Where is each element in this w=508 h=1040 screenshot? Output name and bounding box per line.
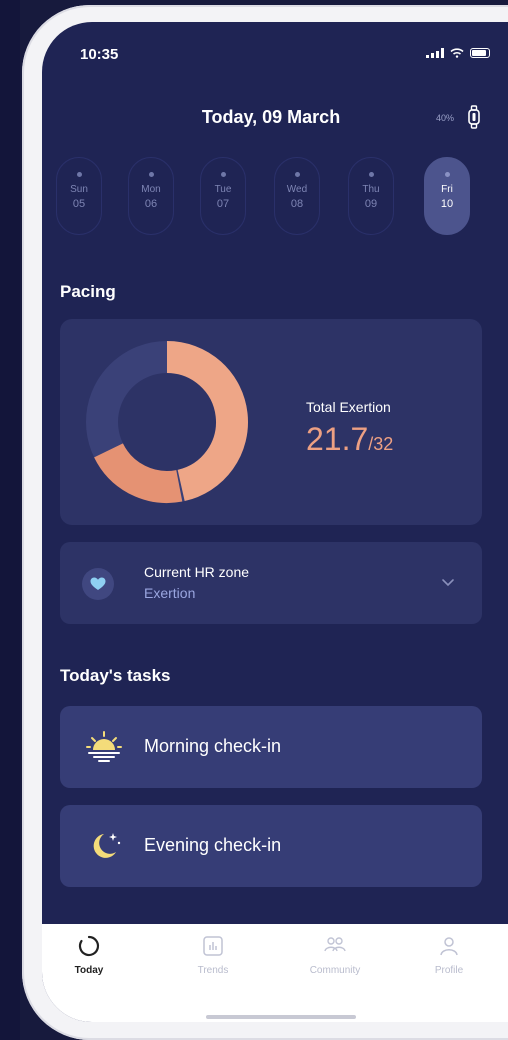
day-name: Thu (362, 184, 380, 195)
wifi-icon (450, 48, 464, 58)
profile-icon (440, 937, 458, 956)
tab-label: Profile (434, 965, 464, 976)
tab-community[interactable]: Community (300, 934, 370, 976)
tab-trends[interactable]: Trends (178, 934, 248, 976)
day-status-dot (294, 172, 300, 177)
today-ring-icon (78, 935, 100, 957)
background-edge (0, 0, 20, 1040)
donut-segment-secondary (94, 442, 183, 503)
task-label: Evening check-in (144, 835, 282, 855)
exertion-current: 21.7 (306, 421, 369, 457)
device-battery-percent: 40% (435, 113, 454, 123)
day-number: 06 (144, 198, 158, 210)
tasks-section-title: Today's tasks (60, 666, 171, 685)
day-status-dot (444, 172, 450, 177)
total-exertion-value: 21.7/32 (306, 421, 393, 458)
task-morning-check-in[interactable]: Morning check-in (60, 706, 482, 788)
day-mon[interactable]: Mon 06 (128, 157, 174, 235)
heart-icon (90, 577, 106, 590)
status-icons (426, 48, 490, 58)
chevron-down-icon[interactable] (440, 574, 456, 590)
sunrise-icon (86, 731, 122, 762)
tab-label: Community (309, 965, 361, 976)
app-screen: 10:35 Today, 09 March 40% Sun 05 Mon 06 Tue 0… (42, 22, 508, 1022)
donut-segment-primary (166, 341, 248, 502)
bottom-tab-bar: Today Trends Community Profile (42, 924, 508, 1022)
tab-today[interactable]: Today (54, 934, 124, 976)
chart-icon (203, 936, 223, 956)
day-name: Mon (141, 184, 161, 195)
day-status-dot (76, 172, 82, 177)
day-name: Wed (286, 184, 308, 195)
total-exertion-label: Total Exertion (306, 399, 391, 415)
day-name: Sun (70, 184, 88, 195)
task-label: Morning check-in (144, 736, 282, 756)
tab-label: Today (74, 965, 104, 976)
day-thu[interactable]: Thu 09 (348, 157, 394, 235)
day-status-dot (220, 172, 226, 177)
home-indicator (206, 1015, 356, 1019)
status-bar: 10:35 (42, 22, 508, 82)
status-time: 10:35 (80, 46, 119, 63)
tab-label: Trends (197, 965, 229, 976)
day-number: 07 (216, 198, 230, 210)
heart-icon-badge (82, 568, 114, 600)
hr-zone-title: Current HR zone (144, 564, 250, 580)
day-wed[interactable]: Wed 08 (274, 157, 320, 235)
day-number: 09 (364, 198, 378, 210)
battery-icon (470, 48, 490, 58)
hr-zone-value: Exertion (144, 585, 196, 601)
moon-icon (93, 833, 121, 858)
cellular-signal-icon (426, 48, 444, 58)
exertion-donut-chart (86, 341, 248, 503)
day-number: 10 (440, 198, 454, 210)
day-status-dot (148, 172, 154, 177)
day-status-dot (368, 172, 374, 177)
day-name: Fri (441, 184, 453, 195)
watch-icon[interactable] (466, 105, 482, 129)
pacing-card[interactable]: Total Exertion 21.7/32 (60, 319, 482, 525)
pacing-section-title: Pacing (60, 282, 116, 301)
hr-zone-card[interactable]: Current HR zone Exertion (60, 542, 482, 624)
day-number: 05 (72, 198, 86, 210)
day-tue[interactable]: Tue 07 (200, 157, 246, 235)
task-evening-check-in[interactable]: Evening check-in (60, 805, 482, 887)
day-number: 08 (290, 198, 304, 210)
tab-profile[interactable]: Profile (414, 934, 484, 976)
community-icon (324, 937, 346, 952)
day-selector: Sun 05 Mon 06 Tue 07 Wed 08 Thu 09 Fri 10 (56, 157, 496, 237)
day-fri[interactable]: Fri 10 (424, 157, 470, 235)
day-sun[interactable]: Sun 05 (56, 157, 102, 235)
day-name: Tue (214, 184, 232, 195)
exertion-max: /32 (368, 434, 394, 454)
